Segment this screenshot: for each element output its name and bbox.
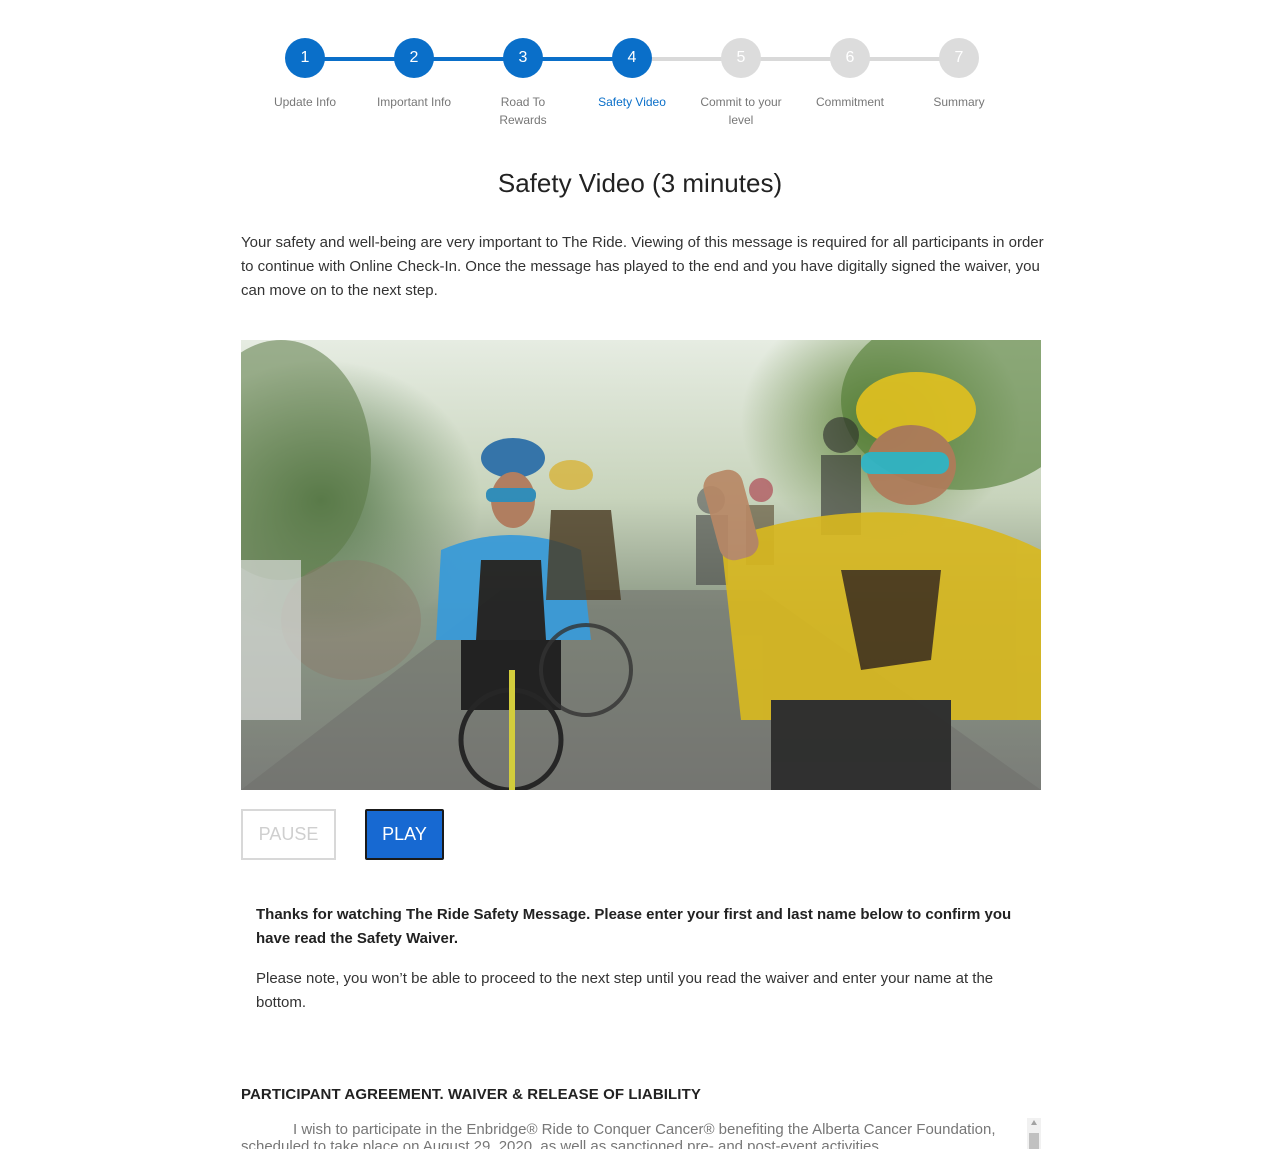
waiver-text: I wish to participate in the Enbridge® R…: [241, 1121, 996, 1149]
step-label: Road To Rewards: [499, 95, 547, 127]
step-number: 6: [830, 38, 870, 78]
step-label: Important Info: [376, 95, 452, 109]
scrollbar-thumb[interactable]: [1029, 1133, 1039, 1149]
step-label: Summary: [933, 95, 985, 109]
safety-video[interactable]: [241, 340, 1041, 790]
play-button[interactable]: PLAY: [365, 809, 444, 860]
progress-stepper: 1 Update Info 2 Important Info 3 Road To…: [250, 38, 1030, 138]
step-label: Commitment: [815, 95, 884, 109]
waiver-scrollbar[interactable]: [1027, 1118, 1041, 1149]
step-number: 1: [285, 38, 325, 78]
step-2[interactable]: 2 Important Info: [359, 38, 469, 111]
step-7: 7 Summary: [904, 38, 1014, 111]
pause-button[interactable]: PAUSE: [241, 809, 336, 860]
video-frame-cyclists-image: [241, 340, 1041, 790]
waiver-scroll-box[interactable]: I wish to participate in the Enbridge® R…: [241, 1118, 1041, 1149]
step-label: Safety Video: [598, 95, 666, 109]
step-5: 5 Commit to your level: [686, 38, 796, 129]
confirmation-note: Please note, you won’t be able to procee…: [256, 970, 994, 1011]
step-label: Update Info: [273, 95, 337, 109]
step-3[interactable]: 3 Road To Rewards: [468, 38, 578, 129]
step-6: 6 Commitment: [795, 38, 905, 111]
step-number: 7: [939, 38, 979, 78]
step-number: 5: [721, 38, 761, 78]
step-number: 3: [503, 38, 543, 78]
page-title: Safety Video (3 minutes): [497, 168, 783, 198]
waiver-heading: PARTICIPANT AGREEMENT. WAIVER & RELEASE …: [241, 1086, 701, 1103]
intro-paragraph: Your safety and well-being are very impo…: [241, 234, 1044, 299]
scroll-up-arrow-icon[interactable]: [1031, 1120, 1037, 1125]
step-label: Commit to your level: [700, 95, 782, 127]
step-number: 2: [394, 38, 434, 78]
step-1[interactable]: 1 Update Info: [250, 38, 360, 111]
confirmation-message: Thanks for watching The Ride Safety Mess…: [256, 906, 1012, 947]
step-4[interactable]: 4 Safety Video: [577, 38, 687, 111]
step-number: 4: [612, 38, 652, 78]
